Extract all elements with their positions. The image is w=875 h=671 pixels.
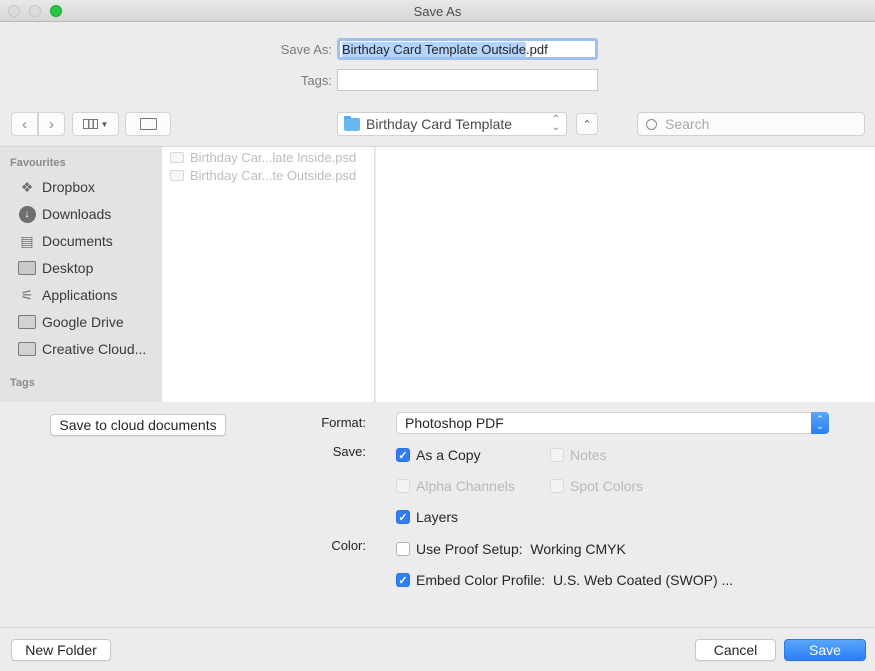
applications-icon: ⚟ [20,286,34,303]
checkbox-label: Layers [416,509,459,525]
file-browser: Favourites ❖ Dropbox ↓ Downloads ▤ Docum… [0,146,875,402]
desktop-icon [18,261,36,275]
sidebar-item-dropbox[interactable]: ❖ Dropbox [18,176,95,198]
psd-file-icon [170,169,184,181]
sidebar-item-label: Documents [42,233,113,249]
checkbox-label: Notes [570,447,607,463]
file-column: Birthday Car...late Inside.psd Birthday … [162,147,375,402]
save-as-input[interactable]: Birthday Card Template Outside.pdf [337,38,598,60]
sidebar-item-label: Applications [42,287,118,303]
sidebar-item-label: Creative Cloud... [42,341,147,357]
file-item[interactable]: Birthday Car...late Inside.psd [170,148,356,166]
save-as-selected-text: Birthday Card Template Outside [342,42,527,57]
file-name: Birthday Car...te Outside.psd [190,167,357,183]
folder-icon [18,342,36,356]
sidebar-item-desktop[interactable]: Desktop [18,257,93,279]
window-title: Save As [413,4,462,19]
checkbox-label: Use Proof Setup: Working CMYK [416,541,626,557]
file-name: Birthday Car...late Inside.psd [190,149,357,165]
format-select[interactable]: Photoshop PDF ⌃ ⌄ [396,412,829,434]
sidebar-item-label: Dropbox [42,179,95,195]
save-as-label: Save As: [280,42,332,57]
expand-collapse-button[interactable]: ⌃ [576,113,598,135]
checkbox-box [550,448,564,462]
search-input[interactable]: Search [637,112,865,136]
sidebar-item-creative-cloud[interactable]: Creative Cloud... [18,338,146,360]
chevron-left-icon: ‹ [22,115,27,133]
notes-checkbox[interactable]: Notes [550,446,607,464]
as-a-copy-checkbox[interactable]: ✓ As a Copy [396,446,481,464]
folder-icon [344,115,360,131]
column-view-icon [82,119,98,129]
checkbox-label: As a Copy [416,447,481,463]
sidebar-item-documents[interactable]: ▤ Documents [18,230,113,252]
psd-file-icon [170,151,184,163]
layers-checkbox[interactable]: ✓ Layers [396,508,458,526]
sidebar-item-label: Desktop [42,260,94,276]
checkbox-label: Alpha Channels [416,478,515,494]
tags-label: Tags: [300,73,332,88]
chevron-up-icon: ⌃ [582,118,592,131]
sidebar-item-label: Downloads [42,206,112,222]
favourites-header: Favourites [10,157,66,169]
spot-colors-checkbox[interactable]: Spot Colors [550,477,643,495]
checkbox-label: Embed Color Profile: U.S. Web Coated (SW… [416,572,734,588]
back-button[interactable]: ‹ [11,112,38,136]
folder-icon [18,315,36,329]
sidebar-item-label: Google Drive [42,314,124,330]
updown-chevron-icon: ⌃ ⌄ [811,412,829,434]
downloads-icon-wrap: ↓ [18,205,36,223]
chevron-right-icon: › [49,115,54,133]
sidebar: Favourites ❖ Dropbox ↓ Downloads ▤ Docum… [0,147,162,402]
save-to-cloud-button[interactable]: Save to cloud documents [50,414,226,436]
search-placeholder: Search [665,116,710,132]
checkbox-label: Spot Colors [570,478,644,494]
folder-icon-wrap [18,314,36,330]
checkbox-box [396,479,410,493]
view-mode-button[interactable]: ▼ [72,112,119,136]
embed-color-profile-checkbox[interactable]: ✓ Embed Color Profile: U.S. Web Coated (… [396,571,733,589]
title-bar: Save As [0,0,875,22]
forward-button[interactable]: › [38,112,65,136]
dropbox-icon: ❖ [20,178,34,195]
folder-icon [139,118,157,130]
save-label: Save: [332,444,366,459]
save-button[interactable]: Save [784,639,866,661]
format-label: Format: [321,415,366,430]
search-icon [646,118,657,130]
tags-header: Tags [10,377,35,389]
footer-divider [0,627,875,628]
new-folder-button[interactable]: New Folder [11,639,111,661]
tags-input[interactable] [337,69,598,91]
desktop-icon-wrap [18,260,36,276]
new-folder-toolbar-button[interactable] [125,112,171,136]
location-popup[interactable]: Birthday Card Template ⌃ ⌄ [337,112,567,136]
chevron-down-icon: ▼ [100,119,109,129]
checkbox-box [396,542,410,556]
color-label: Color: [331,538,366,553]
preview-column [376,147,875,402]
checkbox-box [550,479,564,493]
sidebar-item-google-drive[interactable]: Google Drive [18,311,124,333]
checkmark-icon: ✓ [396,448,410,462]
documents-icon: ▤ [20,232,34,249]
file-item[interactable]: Birthday Car...te Outside.psd [170,166,356,184]
use-proof-setup-checkbox[interactable]: Use Proof Setup: Working CMYK [396,540,626,558]
checkmark-icon: ✓ [396,573,410,587]
format-value: Photoshop PDF [405,415,504,431]
checkmark-icon: ✓ [396,510,410,524]
cancel-button[interactable]: Cancel [695,639,776,661]
alpha-channels-checkbox[interactable]: Alpha Channels [396,477,515,495]
location-label: Birthday Card Template [366,116,513,132]
save-as-extension: .pdf [526,42,548,57]
updown-chevron-icon: ⌃ ⌄ [551,114,560,133]
sidebar-item-downloads[interactable]: ↓ Downloads [18,203,111,225]
sidebar-item-applications[interactable]: ⚟ Applications [18,284,118,306]
downloads-icon: ↓ [18,205,36,223]
folder-icon-wrap [18,341,36,357]
